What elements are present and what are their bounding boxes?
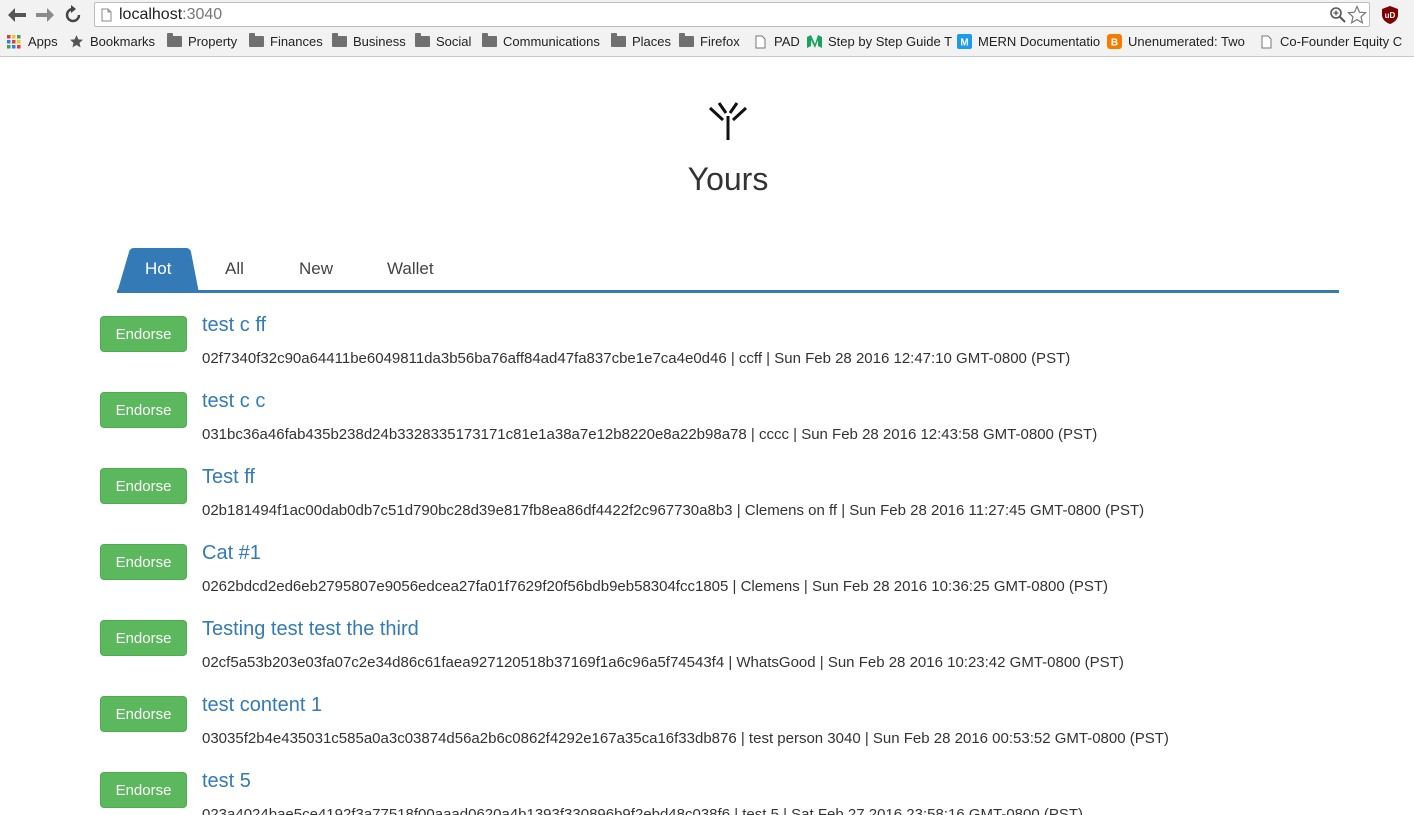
bookmark-item[interactable]: Social — [414, 33, 472, 49]
folder-icon — [414, 33, 430, 49]
svg-text:uD: uD — [1385, 11, 1396, 20]
endorse-button[interactable]: Endorse — [100, 468, 187, 504]
tab-hot-label: Hot — [145, 259, 172, 278]
folder-icon — [331, 33, 347, 49]
post-title-link[interactable]: test c c — [202, 390, 265, 413]
endorse-button[interactable]: Endorse — [100, 772, 187, 808]
page-icon — [752, 35, 768, 49]
address-bar[interactable]: localhost:3040 — [94, 2, 1370, 27]
star-icon — [68, 35, 84, 49]
post-meta: 03035f2b4e435031c585a0a3c03874d56a2b6c08… — [202, 730, 1169, 747]
bookmark-label: Communications — [503, 34, 600, 49]
page-icon — [101, 8, 112, 27]
url-host: localhost — [119, 6, 183, 23]
page-title: Yours — [687, 161, 769, 197]
bookmark-star-icon[interactable] — [1346, 5, 1368, 30]
tab-bar: Hot All New Wallet — [117, 247, 1339, 294]
bookmark-label: Bookmarks — [90, 34, 156, 49]
bookmark-item[interactable]: Co-Founder Equity C — [1258, 34, 1402, 49]
endorse-button[interactable]: Endorse — [100, 544, 187, 580]
folder-icon — [166, 33, 182, 49]
post-title-link[interactable]: test 5 — [202, 770, 251, 793]
bookmark-label: Property — [188, 34, 238, 49]
back-icon[interactable] — [6, 4, 28, 26]
bookmark-item[interactable]: Finances — [248, 33, 323, 49]
list-item: Endorse Testing test test the third 02cf… — [100, 618, 1400, 694]
bookmark-item[interactable]: Bookmarks — [68, 34, 155, 49]
bookmark-item[interactable]: PAD — [752, 34, 800, 49]
bookmark-label: Step by Step Guide T — [828, 34, 953, 49]
list-item: Endorse test c ff 02f7340f32c90a64411be6… — [100, 314, 1400, 390]
bookmark-item[interactable]: Places — [610, 33, 672, 49]
post-meta: 02cf5a53b203e03fa07c2e34d86c61faea927120… — [202, 654, 1124, 671]
folder-icon — [481, 33, 497, 49]
post-title-link[interactable]: test content 1 — [202, 694, 322, 717]
m-icon: M — [956, 34, 972, 49]
app-logo-icon — [708, 100, 748, 142]
svg-text:B: B — [1110, 38, 1117, 49]
post-meta: 0262bdcd2ed6eb2795807e9056edcea27fa01f76… — [202, 578, 1109, 595]
tab-underline — [117, 290, 1339, 293]
bookmark-label: Firefox — [700, 34, 740, 49]
list-item: Endorse test 5 023a4024bae5ce4192f3a7751… — [100, 770, 1400, 815]
svg-text:M: M — [960, 38, 968, 49]
tab-hot[interactable]: Hot — [117, 247, 199, 293]
bookmark-item[interactable]: Step by Step Guide T — [806, 34, 952, 49]
post-meta: 023a4024bae5ce4192f3a77518f00aaad0620a4b… — [202, 806, 1084, 815]
tab-all[interactable]: All — [225, 259, 244, 279]
bookmark-label: Business — [353, 34, 406, 49]
bookmark-label: Finances — [270, 34, 323, 49]
bookmark-item[interactable]: Firefox — [678, 33, 740, 49]
bookmark-label: Places — [632, 34, 672, 49]
post-meta: 02b181494f1ac00dab0db7c51d790bc28d39e817… — [202, 502, 1145, 519]
list-item: Endorse Cat #1 0262bdcd2ed6eb2795807e905… — [100, 542, 1400, 618]
bookmark-item[interactable]: Apps — [6, 34, 58, 49]
endorse-button[interactable]: Endorse — [100, 620, 187, 656]
bookmark-item[interactable]: M MERN Documentatio — [956, 34, 1100, 49]
post-title-link[interactable]: Testing test test the third — [202, 618, 419, 641]
bookmark-item[interactable]: Property — [166, 33, 238, 49]
endorse-button[interactable]: Endorse — [100, 316, 187, 352]
bookmark-item[interactable]: Communications — [481, 33, 600, 49]
endorse-button[interactable]: Endorse — [100, 392, 187, 428]
forward-icon[interactable] — [34, 4, 56, 26]
list-item: Endorse Test ff 02b181494f1ac00dab0db7c5… — [100, 466, 1400, 542]
folder-icon — [248, 33, 264, 49]
ublock-icon[interactable]: uD — [1380, 5, 1400, 25]
folder-icon — [610, 33, 626, 49]
browser-chrome: localhost:3040 uD Apps Bookmarks Property F… — [0, 0, 1414, 57]
url-port: :3040 — [182, 6, 223, 23]
browser-nav-row: localhost:3040 uD — [0, 0, 1414, 30]
folder-icon — [678, 33, 694, 49]
bookmark-label: Apps — [28, 34, 58, 49]
post-title-link[interactable]: Test ff — [202, 466, 255, 489]
list-item: Endorse test c c 031bc36a46fab435b238d24… — [100, 390, 1400, 466]
tab-new[interactable]: New — [299, 259, 333, 279]
tab-wallet[interactable]: Wallet — [387, 259, 434, 279]
bookmark-label: Unenumerated: Two — [1128, 34, 1245, 49]
url-text[interactable]: localhost:3040 — [119, 6, 222, 24]
bookmark-label: Social — [436, 34, 472, 49]
apps-grid-icon — [6, 34, 22, 49]
post-title-link[interactable]: test c ff — [202, 314, 266, 337]
bookmark-label: MERN Documentatio — [978, 34, 1101, 49]
bookmarks-bar: Apps Bookmarks Property Finances Business Soc… — [0, 31, 1414, 55]
blogger-icon: B — [1106, 34, 1122, 49]
medium-icon — [806, 35, 822, 49]
post-title-link[interactable]: Cat #1 — [202, 542, 261, 565]
endorse-button[interactable]: Endorse — [100, 696, 187, 732]
zoom-icon[interactable] — [1329, 6, 1347, 29]
post-meta: 02f7340f32c90a64411be6049811da3b56ba76af… — [202, 350, 1071, 367]
bookmark-item[interactable]: Business — [331, 33, 406, 49]
list-item: Endorse test content 1 03035f2b4e435031c… — [100, 694, 1400, 770]
post-meta: 031bc36a46fab435b238d24b3328335173171c81… — [202, 426, 1098, 443]
reload-icon[interactable] — [62, 4, 84, 26]
bookmark-item[interactable]: B Unenumerated: Two — [1106, 34, 1245, 49]
page-icon — [1258, 35, 1274, 49]
bookmark-label: PAD — [774, 34, 800, 49]
bookmark-label: Co-Founder Equity C — [1280, 34, 1403, 49]
